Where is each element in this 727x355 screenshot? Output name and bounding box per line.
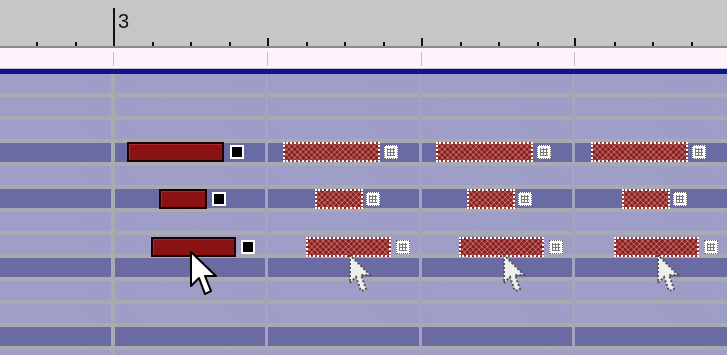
grid-row-active[interactable] [0,327,727,346]
note-ghost-handle [549,240,563,254]
grid-row[interactable] [0,120,727,139]
note-ghost-handle [537,145,551,159]
note-grid[interactable] [0,74,727,355]
note-ghost-handle [366,192,380,206]
note-ghost-handle [396,240,410,254]
header-divider [267,52,268,66]
dotted-mouse-pointer-icon [503,253,527,293]
note-ghost [436,142,533,162]
note-ghost [283,142,380,162]
grid-row[interactable] [0,212,727,231]
header-divider [113,52,114,66]
grid-row-active[interactable] [0,189,727,208]
beat-line [265,74,268,355]
grid-row[interactable] [0,350,727,355]
ruler-major-tick [421,38,423,46]
note-block[interactable] [127,142,224,162]
sequencer-editor: 3 [0,0,727,355]
track-header-strip [0,48,727,69]
beat-line [419,74,422,355]
grid-row[interactable] [0,74,727,93]
beat-line [572,74,575,355]
note-ghost-handle [518,192,532,206]
note-ghost-handle [673,192,687,206]
note-resize-handle[interactable] [212,192,226,206]
timeline-ruler[interactable]: 3 [0,0,727,48]
note-ghost-handle [384,145,398,159]
note-block[interactable] [159,189,207,209]
note-ghost-handle [704,240,718,254]
dotted-mouse-pointer-icon [349,253,373,293]
grid-row[interactable] [0,166,727,185]
header-divider [574,52,575,66]
ruler-major-tick [113,38,115,46]
mouse-pointer-icon [190,251,217,295]
header-divider [421,52,422,66]
grid-row[interactable] [0,304,727,323]
note-resize-handle[interactable] [241,240,255,254]
beat-line [111,74,115,355]
note-ghost [467,189,515,209]
ruler-major-tick [267,38,269,46]
grid-row[interactable] [0,97,727,116]
note-resize-handle[interactable] [230,145,244,159]
note-ghost [315,189,363,209]
dotted-mouse-pointer-icon [657,253,681,293]
note-ghost [622,189,670,209]
ruler-major-tick [574,38,576,46]
note-ghost-handle [692,145,706,159]
note-ghost [591,142,688,162]
ruler-bar-number: 3 [118,11,130,33]
